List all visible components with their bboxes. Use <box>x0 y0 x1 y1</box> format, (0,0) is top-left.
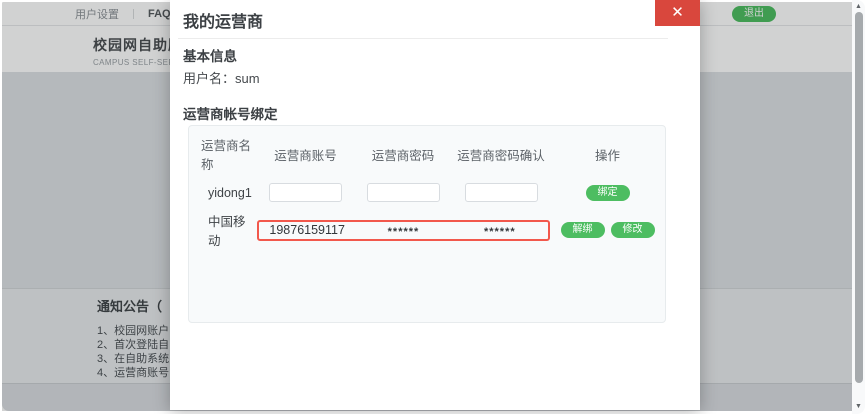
basic-info-heading: 基本信息 <box>183 45 237 65</box>
unbind-button[interactable]: 解绑 <box>561 222 605 238</box>
password-input[interactable] <box>367 183 440 202</box>
scrollbar-thumb[interactable] <box>855 12 863 383</box>
password-confirm-input[interactable] <box>465 183 538 202</box>
title-divider <box>178 38 668 39</box>
highlight-box: 19876159117 ****** ****** <box>257 220 550 241</box>
modify-button[interactable]: 修改 <box>611 222 655 238</box>
column-header-password-confirm: 运营商密码确认 <box>452 145 550 164</box>
dialog-title: 我的运营商 <box>183 8 263 32</box>
scroll-down-icon[interactable]: ▼ <box>852 401 865 413</box>
table-row: yidong1 绑定 <box>189 182 665 203</box>
username-value: sum <box>235 71 260 86</box>
browser-window: 用户设置 FAQ 2 退出 校园网自助服务 CAMPUS SELF-SERVIC… <box>0 0 865 414</box>
my-carrier-dialog: 我的运营商 ✕ 基本信息 用户名：sum 运营商帐号绑定 运营商名称 运营商账号… <box>170 0 700 410</box>
column-header-account: 运营商账号 <box>257 145 354 164</box>
binding-heading: 运营商帐号绑定 <box>183 103 278 123</box>
scrollbar[interactable]: ▲ ▼ <box>852 0 865 414</box>
table-row: 中国移动 19876159117 ****** ****** 解绑 修改 <box>189 211 665 232</box>
column-header-carrier-name: 运营商名称 <box>201 135 257 173</box>
close-button[interactable]: ✕ <box>655 0 700 26</box>
account-input[interactable] <box>269 183 342 202</box>
account-value: 19876159117 <box>259 223 355 237</box>
column-header-actions: 操作 <box>550 145 665 164</box>
close-icon: ✕ <box>671 4 684 21</box>
table-header-row: 运营商名称 运营商账号 运营商密码 运营商密码确认 操作 <box>189 126 665 173</box>
bind-button[interactable]: 绑定 <box>586 185 630 201</box>
binding-table: 运营商名称 运营商账号 运营商密码 运营商密码确认 操作 yidong1 绑定 … <box>188 125 666 323</box>
column-header-password: 运营商密码 <box>354 145 452 164</box>
password-confirm-value: ****** <box>452 226 548 238</box>
password-value: ****** <box>355 226 451 238</box>
username-label: 用户名： <box>183 71 235 86</box>
carrier-name: 中国移动 <box>201 211 257 249</box>
carrier-name: yidong1 <box>201 186 257 200</box>
username-row: 用户名：sum <box>183 68 260 87</box>
